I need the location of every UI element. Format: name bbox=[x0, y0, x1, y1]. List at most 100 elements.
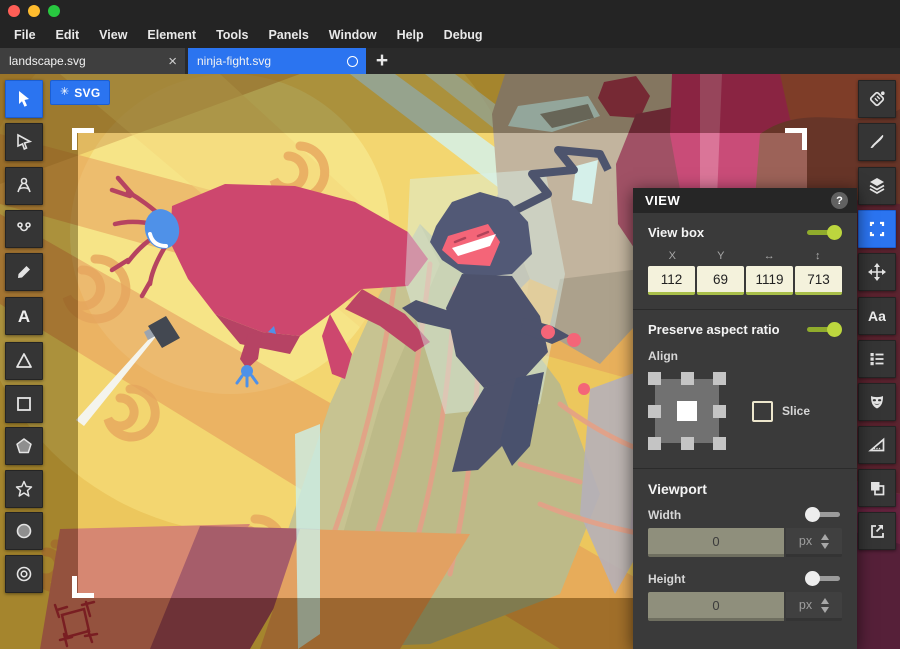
stepper bbox=[821, 534, 829, 549]
text-tool-icon: A bbox=[18, 308, 30, 325]
object-list-icon bbox=[867, 349, 887, 369]
menu-view[interactable]: View bbox=[89, 23, 137, 48]
menu-debug[interactable]: Debug bbox=[434, 23, 493, 48]
preserve-aspect-ratio-toggle[interactable] bbox=[805, 322, 842, 337]
align-max-mid[interactable] bbox=[713, 405, 726, 418]
view-box-width-input[interactable] bbox=[746, 266, 793, 295]
tool-edit-handles[interactable] bbox=[5, 210, 43, 248]
panel-button-transforms[interactable] bbox=[858, 253, 896, 291]
close-window-icon[interactable] bbox=[8, 5, 20, 17]
tool-pencil[interactable] bbox=[5, 253, 43, 291]
move-arrows-icon bbox=[867, 262, 887, 282]
unsaved-indicator-icon[interactable] bbox=[347, 56, 358, 67]
selected-element-badge[interactable]: ✳ SVG bbox=[50, 80, 110, 105]
menu-panels[interactable]: Panels bbox=[258, 23, 318, 48]
menu-file[interactable]: File bbox=[4, 23, 46, 48]
viewport-height-toggle[interactable] bbox=[805, 571, 842, 586]
align-min-mid[interactable] bbox=[648, 405, 661, 418]
paintbrush-icon bbox=[867, 132, 887, 152]
view-panel: VIEW ? View box X Y ↔ ↕ Preserve aspect … bbox=[633, 188, 857, 649]
view-box-y-input[interactable] bbox=[697, 266, 744, 295]
align-mid-max[interactable] bbox=[681, 437, 694, 450]
tool-rectangle[interactable] bbox=[5, 385, 43, 423]
tool-star[interactable] bbox=[5, 470, 43, 508]
col-width-icon: ↔ bbox=[745, 250, 794, 262]
panel-button-stroke[interactable] bbox=[858, 123, 896, 161]
close-tab-icon[interactable]: × bbox=[168, 54, 177, 69]
viewport-height-input[interactable] bbox=[648, 592, 784, 621]
align-min-min[interactable] bbox=[648, 372, 661, 385]
panel-button-export[interactable] bbox=[858, 512, 896, 550]
asterisk-icon: ✳ bbox=[60, 87, 69, 98]
transform-points-icon bbox=[14, 176, 34, 196]
step-down-icon[interactable] bbox=[821, 607, 829, 613]
tool-ellipse[interactable] bbox=[5, 512, 43, 550]
rectangle-icon bbox=[14, 394, 34, 414]
panel-button-objects[interactable] bbox=[858, 340, 896, 378]
tab-ninja-fight-svg[interactable]: ninja-fight.svg bbox=[188, 48, 366, 74]
viewport-width-label: Width bbox=[648, 508, 681, 522]
donut-icon bbox=[14, 564, 34, 584]
select-cursor-icon bbox=[14, 89, 34, 109]
menu-edit[interactable]: Edit bbox=[46, 23, 90, 48]
tool-pentagon[interactable] bbox=[5, 427, 43, 465]
pentagon-icon bbox=[14, 436, 34, 456]
panel-button-layers[interactable] bbox=[858, 167, 896, 205]
viewport-height-label: Height bbox=[648, 572, 685, 586]
zoom-window-icon[interactable] bbox=[48, 5, 60, 17]
tab-landscape-svg[interactable]: landscape.svg × bbox=[0, 48, 185, 74]
triangle-icon bbox=[14, 351, 34, 371]
panel-button-typography[interactable]: Aa bbox=[858, 297, 896, 335]
viewport-section: Viewport Width px Height px bbox=[633, 469, 857, 635]
panel-button-compositing[interactable] bbox=[858, 469, 896, 507]
tab-label: ninja-fight.svg bbox=[197, 54, 347, 68]
tool-direct-select[interactable] bbox=[5, 123, 43, 161]
align-mid-mid-selected[interactable] bbox=[677, 401, 697, 421]
help-icon[interactable]: ? bbox=[831, 192, 848, 209]
overlap-squares-icon bbox=[867, 478, 887, 498]
slice-checkbox[interactable] bbox=[752, 401, 773, 422]
viewport-width-toggle[interactable] bbox=[805, 507, 842, 522]
col-y: Y bbox=[697, 250, 746, 262]
view-brackets-icon bbox=[867, 219, 887, 239]
align-min-max[interactable] bbox=[648, 437, 661, 450]
view-box-label: View box bbox=[648, 225, 704, 240]
panel-button-masks[interactable] bbox=[858, 383, 896, 421]
theater-mask-icon bbox=[867, 392, 887, 412]
step-down-icon[interactable] bbox=[821, 543, 829, 549]
unit-label: px bbox=[799, 534, 812, 548]
minimize-window-icon[interactable] bbox=[28, 5, 40, 17]
align-mid-min[interactable] bbox=[681, 372, 694, 385]
menu-help[interactable]: Help bbox=[387, 23, 434, 48]
traffic-lights bbox=[8, 5, 60, 17]
tool-transform-points[interactable] bbox=[5, 167, 43, 205]
tool-triangle[interactable] bbox=[5, 342, 43, 380]
align-max-max[interactable] bbox=[713, 437, 726, 450]
menu-window[interactable]: Window bbox=[319, 23, 387, 48]
tool-donut[interactable] bbox=[5, 555, 43, 593]
view-box-column-headers: X Y ↔ ↕ bbox=[648, 250, 842, 262]
col-height-icon: ↕ bbox=[794, 250, 843, 262]
tool-select[interactable] bbox=[5, 80, 43, 118]
viewport-width-input[interactable] bbox=[648, 528, 784, 557]
viewbox-corner-handle-bottom-left[interactable] bbox=[72, 576, 94, 598]
panel-button-view[interactable] bbox=[858, 210, 896, 248]
menu-element[interactable]: Element bbox=[137, 23, 206, 48]
panel-button-geometry[interactable] bbox=[858, 426, 896, 464]
new-tab-button[interactable]: + bbox=[369, 48, 395, 74]
view-box-height-input[interactable] bbox=[795, 266, 842, 295]
pencil-icon bbox=[14, 262, 34, 282]
viewport-width-unit: px bbox=[786, 528, 842, 557]
panel-button-fill[interactable] bbox=[858, 80, 896, 118]
viewbox-corner-handle-top-right[interactable] bbox=[785, 128, 807, 150]
align-max-min[interactable] bbox=[713, 372, 726, 385]
view-box-toggle[interactable] bbox=[805, 225, 842, 240]
view-box-x-input[interactable] bbox=[648, 266, 695, 295]
step-up-icon[interactable] bbox=[821, 534, 829, 540]
menu-tools[interactable]: Tools bbox=[206, 23, 258, 48]
viewbox-corner-handle-top-left[interactable] bbox=[72, 128, 94, 150]
tool-text[interactable]: A bbox=[5, 297, 43, 335]
tab-label: landscape.svg bbox=[9, 54, 168, 68]
star-icon bbox=[14, 479, 34, 499]
step-up-icon[interactable] bbox=[821, 598, 829, 604]
